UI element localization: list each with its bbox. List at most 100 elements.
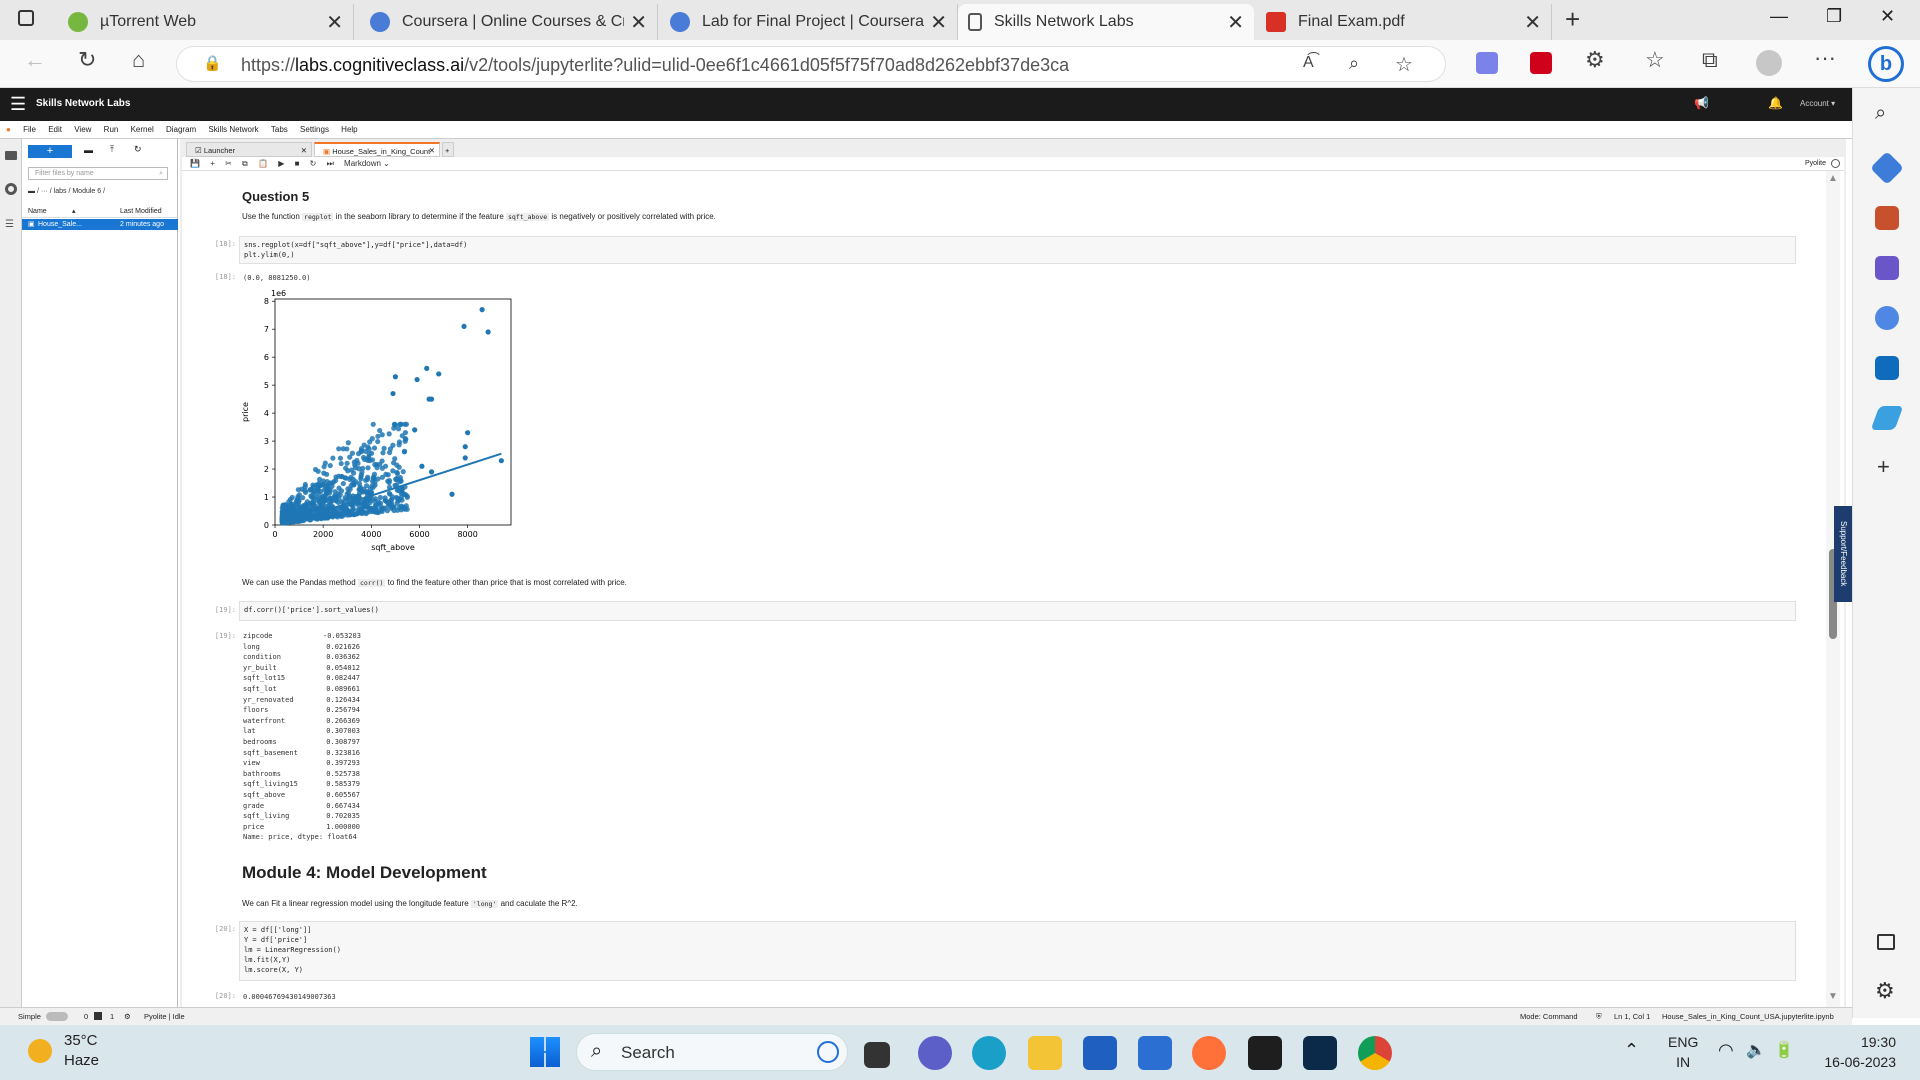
col-modified[interactable]: Last Modified	[120, 208, 162, 215]
more-icon[interactable]: ···	[1814, 44, 1836, 72]
start-windows-icon[interactable]	[530, 1037, 560, 1067]
tab-coursera[interactable]: Coursera | Online Courses & Cre ✕	[360, 4, 658, 40]
tab-utorrent[interactable]: µTorrent Web ✕	[58, 4, 354, 40]
close-icon[interactable]: ✕	[1227, 10, 1244, 35]
extension-red-icon[interactable]	[1530, 52, 1552, 74]
send-icon[interactable]	[1870, 406, 1904, 430]
url-field[interactable]: 🔒 https://labs.cognitiveclass.ai/v2/tool…	[176, 46, 1446, 82]
profile-avatar[interactable]	[1756, 50, 1782, 76]
back-icon[interactable]: ←	[24, 46, 46, 74]
taskbar-search[interactable]: ⌕ Search	[576, 1033, 848, 1071]
tab-lab-final-project[interactable]: Lab for Final Project | Coursera ✕	[660, 4, 958, 40]
close-icon[interactable]: ✕	[630, 10, 647, 35]
restore-icon[interactable]: ❐	[1826, 6, 1842, 27]
chevron-up-icon[interactable]: ⌃	[1624, 1040, 1639, 1061]
close-icon[interactable]: ✕	[326, 10, 343, 35]
firefox-icon[interactable]	[1192, 1036, 1226, 1070]
scroll-up-icon[interactable]: ▲	[1828, 173, 1838, 184]
support-feedback-tab[interactable]: Support/Feedback	[1834, 506, 1852, 602]
filter-files-input[interactable]: Filter files by name ⌕	[28, 167, 168, 180]
dropbox-icon[interactable]	[1248, 1036, 1282, 1070]
close-window-icon[interactable]: ✕	[1880, 6, 1895, 27]
home-icon[interactable]: ⌂	[132, 46, 145, 74]
wifi-icon[interactable]: ◠	[1718, 1040, 1734, 1061]
new-tab-plus[interactable]: +	[442, 142, 454, 157]
bing-copilot-icon[interactable]: b	[1868, 46, 1904, 82]
upload-icon[interactable]: ⤒	[110, 144, 114, 155]
cursor-position[interactable]: Ln 1, Col 1	[1614, 1008, 1650, 1025]
run-icon[interactable]: ▶	[278, 157, 284, 171]
folder-icon[interactable]: ▬	[28, 188, 35, 195]
toc-icon[interactable]: ☰	[5, 219, 14, 230]
weather-widget[interactable]: 35°C Haze	[64, 1031, 99, 1071]
menu-diagram[interactable]: Diagram	[166, 121, 196, 139]
account-menu[interactable]: Account ▾	[1800, 99, 1835, 108]
new-launcher-button[interactable]: +	[28, 145, 72, 158]
add-icon[interactable]: +	[1877, 454, 1890, 480]
restart-icon[interactable]: ↻	[310, 157, 317, 171]
games-icon[interactable]	[1875, 256, 1899, 280]
search-icon[interactable]: ⌕	[1875, 102, 1886, 125]
tab-notebook[interactable]: ▣ House_Sales_in_King_Count ✕	[314, 142, 440, 157]
running-icon[interactable]	[5, 183, 17, 195]
cell19-code[interactable]: df.corr()['price'].sort_values()	[239, 601, 1796, 621]
zoom-icon[interactable]: ⌕	[1349, 53, 1359, 74]
battery-icon[interactable]: 🔋	[1774, 1040, 1794, 1060]
chrome-icon[interactable]	[1358, 1036, 1392, 1070]
cell18-code[interactable]: sns.regplot(x=df["sqft_above"],y=df["pri…	[239, 236, 1796, 264]
paste-icon[interactable]: 📋	[258, 157, 268, 171]
chat-icon[interactable]	[918, 1036, 952, 1070]
menu-help[interactable]: Help	[341, 121, 357, 139]
megaphone-icon[interactable]: 📢	[1694, 96, 1709, 110]
folder-icon[interactable]	[5, 151, 17, 160]
cell20-code[interactable]: X = df[['long']] Y = df['price'] lm = Li…	[239, 921, 1796, 981]
scroll-down-icon[interactable]: ▼	[1828, 991, 1838, 1002]
col-name[interactable]: Name	[28, 208, 47, 215]
hamburger-menu-icon[interactable]: ☰	[10, 94, 26, 115]
language-indicator[interactable]: ENG IN	[1668, 1032, 1698, 1072]
refresh-files-icon[interactable]: ↻	[134, 144, 142, 155]
task-view-icon[interactable]	[864, 1042, 890, 1068]
menu-edit[interactable]: Edit	[48, 121, 62, 139]
microsoft365-icon[interactable]	[1875, 306, 1899, 330]
extension-teams-icon[interactable]	[1476, 52, 1498, 74]
clock[interactable]: 19:30 16-06-2023	[1820, 1032, 1896, 1072]
app-icon[interactable]	[1303, 1036, 1337, 1070]
edge-browser-icon[interactable]	[972, 1036, 1006, 1070]
microsoft-store-icon[interactable]	[1083, 1036, 1117, 1070]
new-folder-icon[interactable]: ▬	[84, 145, 93, 155]
menu-run[interactable]: Run	[104, 121, 119, 139]
tab-actions-icon[interactable]	[18, 10, 34, 26]
close-icon[interactable]: ✕	[1524, 10, 1541, 35]
minimize-icon[interactable]: —	[1770, 6, 1788, 27]
tab-skills-network[interactable]: Skills Network Labs ✕	[958, 4, 1254, 40]
collections-icon[interactable]: ⧉	[1702, 46, 1718, 74]
outlook-icon[interactable]	[1875, 356, 1899, 380]
simple-mode-toggle[interactable]	[46, 1012, 68, 1021]
save-icon[interactable]: 💾	[190, 157, 200, 171]
copy-icon[interactable]: ⧉	[242, 157, 248, 171]
sidebar-toggle-icon[interactable]	[1877, 934, 1895, 950]
tools-briefcase-icon[interactable]	[1875, 206, 1899, 230]
cut-icon[interactable]: ✂	[225, 157, 232, 171]
favorites-icon[interactable]: ☆	[1645, 46, 1665, 74]
menu-kernel[interactable]: Kernel	[131, 121, 154, 139]
insert-cell-icon[interactable]: +	[210, 157, 215, 171]
fast-forward-icon[interactable]: ⏭	[327, 157, 334, 171]
menu-skills-network[interactable]: Skills Network	[208, 121, 258, 139]
close-icon[interactable]: ✕	[930, 10, 947, 35]
settings-gear-icon[interactable]: ⚙	[1875, 978, 1895, 1004]
menu-file[interactable]: File	[23, 121, 36, 139]
mail-icon[interactable]	[1138, 1036, 1172, 1070]
kernel-status[interactable]: Pyolite | Idle	[144, 1008, 185, 1025]
favorite-star-icon[interactable]: ☆	[1395, 52, 1413, 77]
menu-settings[interactable]: Settings	[300, 121, 329, 139]
menu-tabs[interactable]: Tabs	[271, 121, 288, 139]
shopping-tag-icon[interactable]	[1870, 151, 1904, 185]
tab-launcher[interactable]: ☑ Launcher ✕	[186, 142, 312, 157]
close-icon[interactable]: ✕	[429, 143, 435, 158]
volume-icon[interactable]: 🔈	[1746, 1040, 1766, 1060]
read-aloud-icon[interactable]: A͡	[1303, 54, 1314, 72]
tab-final-exam-pdf[interactable]: Final Exam.pdf ✕	[1256, 4, 1552, 40]
close-icon[interactable]: ✕	[301, 143, 307, 158]
